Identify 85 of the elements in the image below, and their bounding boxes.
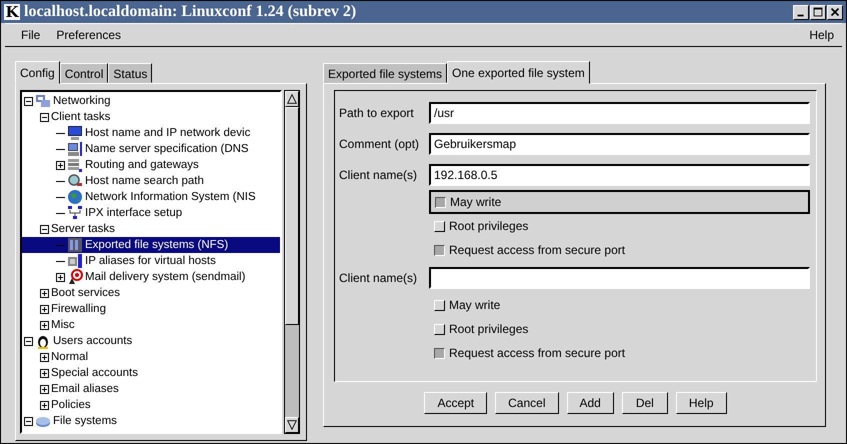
tree-item[interactable]: Exported file systems (NFS) [22, 237, 280, 253]
tree-item[interactable]: Users accounts [22, 333, 280, 349]
tree-item[interactable]: Name server specification (DNS [22, 141, 280, 157]
menu-item[interactable]: File [13, 28, 48, 42]
dialog-button[interactable]: Cancel [495, 392, 558, 414]
tab[interactable]: Exported file systems [323, 63, 448, 83]
tree-item[interactable]: Host name search path [22, 173, 280, 189]
scroll-down-icon[interactable] [285, 417, 299, 433]
dialog-button[interactable]: Help [676, 392, 727, 414]
checkbox[interactable] [435, 196, 446, 208]
scrollbar[interactable] [284, 90, 300, 434]
checkbox-option[interactable]: Request access from secure port [429, 238, 810, 262]
close-button[interactable] [827, 4, 843, 20]
tree-item[interactable]: Networking [22, 93, 280, 109]
input-field[interactable]: 192.168.0.5 [429, 164, 810, 186]
expand-icon[interactable] [56, 160, 65, 170]
tree-node-icon [67, 205, 83, 221]
tree-item[interactable]: IP aliases for virtual hosts [22, 253, 280, 269]
maximize-button[interactable] [810, 4, 826, 20]
collapse-icon[interactable] [40, 224, 49, 234]
checkbox-option[interactable]: May write [429, 293, 810, 317]
tree-item[interactable]: File systems [22, 413, 280, 429]
tree-item[interactable]: Email aliases [22, 381, 280, 397]
checkbox[interactable] [434, 244, 445, 256]
scroll-up-icon[interactable] [285, 91, 299, 107]
tab[interactable]: Status [108, 63, 152, 83]
tree-item[interactable]: Server tasks [22, 221, 280, 237]
tree-item[interactable]: Network Information System (NIS [22, 189, 280, 205]
tree-item[interactable]: Normal [22, 349, 280, 365]
dialog-button[interactable]: Accept [424, 392, 488, 414]
checkbox[interactable] [434, 348, 445, 358]
field-label: Client name(s) [339, 168, 418, 182]
tree-item[interactable]: Misc [22, 317, 280, 333]
collapse-icon[interactable] [24, 336, 33, 346]
checkbox-option[interactable]: Request access from secure port [429, 341, 810, 365]
input-field[interactable]: /usr [429, 102, 810, 124]
menu-item[interactable]: Preferences [48, 28, 130, 42]
expand-icon[interactable] [56, 272, 65, 282]
checkbox-option[interactable]: Root privileges [429, 214, 810, 238]
tree-item[interactable]: Special accounts [22, 365, 280, 381]
tree-node-icon [67, 173, 83, 189]
tree-node-icon [67, 269, 83, 285]
tree-item[interactable]: Policies [22, 397, 280, 413]
collapse-icon[interactable] [24, 416, 33, 426]
tab[interactable]: Config [15, 61, 60, 84]
tree-item[interactable]: Routing and gateways [22, 157, 280, 173]
expand-icon[interactable] [40, 304, 49, 314]
checkbox-option[interactable]: Root privileges [429, 317, 810, 341]
app-icon: K [4, 4, 20, 20]
tree-item[interactable]: Boot services [22, 285, 280, 301]
input-field[interactable]: Gebruikersmap [429, 132, 810, 154]
tree-node-icon [67, 189, 83, 205]
checkbox-option[interactable]: May write [429, 190, 810, 214]
tree-node-icon [67, 157, 83, 173]
collapse-icon[interactable] [24, 96, 33, 106]
menu-item[interactable]: Help [801, 28, 842, 42]
tree-node-icon [67, 125, 83, 141]
tree-node-icon [35, 333, 51, 349]
tab[interactable]: Control [60, 63, 108, 83]
expand-icon[interactable] [40, 320, 49, 330]
tree-item[interactable]: Host name and IP network devic [22, 125, 280, 141]
scroll-thumb[interactable] [285, 107, 299, 325]
field-label: Comment (opt) [339, 136, 420, 150]
tree-node-icon [67, 141, 83, 157]
window-title: localhost.localdomain: Linuxconf 1.24 (subrev 2) [24, 3, 358, 21]
minimize-button[interactable] [793, 4, 809, 20]
expand-icon[interactable] [40, 384, 49, 394]
input-field[interactable] [429, 266, 810, 288]
tree-node-icon [35, 93, 51, 109]
field-label: Client name(s) [339, 270, 418, 284]
tree-item[interactable]: Client tasks [22, 109, 280, 125]
tree-item[interactable]: IPX interface setup [22, 205, 280, 221]
expand-icon[interactable] [40, 400, 49, 410]
expand-icon[interactable] [40, 352, 49, 362]
collapse-icon[interactable] [40, 112, 49, 122]
tree-item[interactable]: Mail delivery system (sendmail) [22, 269, 280, 285]
field-label: Path to export [339, 106, 415, 120]
expand-icon[interactable] [40, 368, 49, 378]
expand-icon[interactable] [40, 288, 49, 298]
tab[interactable]: One exported file system [447, 61, 590, 84]
tree-item[interactable]: Firewalling [22, 301, 280, 317]
tree-node-icon [67, 237, 83, 253]
tree-node-icon [67, 253, 83, 269]
dialog-button[interactable]: Del [622, 392, 668, 414]
dialog-button[interactable]: Add [566, 392, 614, 414]
